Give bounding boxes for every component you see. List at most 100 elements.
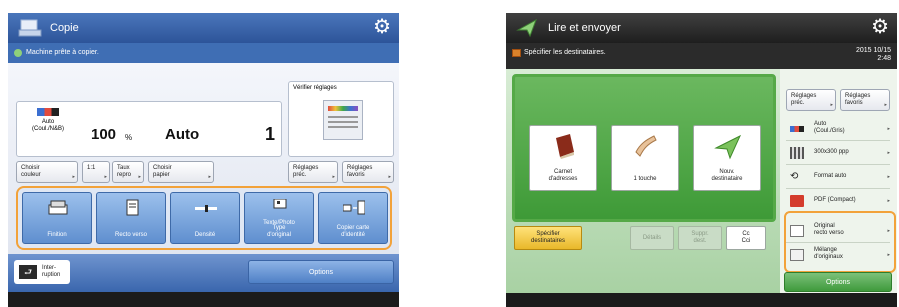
choose-paper-label: Choisir papier: [153, 165, 172, 178]
id-card-copy-button[interactable]: Copier carte d'identité: [318, 192, 388, 244]
preview-page-icon: [323, 100, 363, 140]
copy-title: Copie: [50, 22, 79, 34]
status-ok-icon: [14, 49, 22, 57]
interrupt-button[interactable]: ⮐ Inter- ruption: [14, 260, 70, 284]
one-touch-label: 1 touche: [633, 176, 657, 182]
zoom-display[interactable]: 100 %: [85, 122, 155, 146]
interrupt-icon: ⮐: [19, 265, 37, 279]
mixed-originals-item[interactable]: Mélange d'originaux: [786, 243, 890, 267]
mixed-originals-value: Mélange d'originaux: [814, 247, 843, 260]
copy-ratio-button[interactable]: Taux repro: [112, 161, 144, 183]
address-book-button[interactable]: Carnet d'adresses: [529, 125, 597, 191]
settings-summary[interactable]: Auto (Coul./N&B) 100 % Auto 1: [16, 101, 282, 157]
copies-value: 1: [264, 124, 275, 144]
send-status-bar: Spécifier les destinataires. 2015 10/15 …: [506, 43, 897, 69]
color-mode-display[interactable]: Auto (Coul./N&B): [21, 108, 75, 152]
send-bottom-strip: [506, 293, 897, 307]
scan-size-item[interactable]: ⟲ Format auto: [786, 165, 890, 189]
send-title: Lire et envoyer: [548, 22, 621, 34]
choose-color-button[interactable]: Choisir couleur: [16, 161, 78, 183]
gear-icon[interactable]: ⚙: [373, 17, 391, 37]
favorite-settings-label: Réglages favoris: [347, 165, 373, 178]
finishing-label: Finition: [47, 232, 67, 238]
gear-icon[interactable]: ⚙: [871, 17, 889, 37]
ratio-1-1-label: 1:1: [87, 165, 96, 171]
send-main-area: Carnet d'adresses 1 touche Nouv. destina…: [506, 69, 897, 293]
duplex-icon: [126, 199, 139, 216]
color-bw-icon: [790, 126, 804, 132]
choose-color-label: Choisir couleur: [21, 165, 41, 178]
ratio-1-1-button[interactable]: 1:1: [82, 161, 110, 183]
original-type-label: Type d'original: [267, 225, 291, 238]
zoom-value: 100: [91, 126, 117, 143]
copy-screen: Copie ⚙ Machine prête à copier. Auto (Co…: [8, 13, 399, 307]
address-book-label: Carnet d'adresses: [548, 169, 578, 182]
copy-titlebar: Copie ⚙: [8, 13, 399, 43]
details-label: Détails: [642, 235, 662, 241]
color-bw-icon: [37, 108, 59, 116]
previous-settings-button[interactable]: Réglages préc.: [288, 161, 338, 183]
file-format-value: PDF (Compact): [814, 197, 856, 203]
previous-settings-label: Réglages préc.: [293, 165, 319, 178]
color-select-value: Auto (Coul./Gris): [814, 121, 845, 134]
finishing-button[interactable]: Finition: [22, 192, 92, 244]
send-settings-panel: Réglages préc. Réglages favoris Auto (Co…: [780, 69, 897, 293]
resolution-item[interactable]: 300x300 ppp: [786, 141, 890, 165]
one-touch-icon: [635, 135, 657, 157]
send-status-text: Spécifier les destinataires.: [524, 49, 606, 56]
delete-destination-label: Suppr. dest.: [691, 231, 709, 244]
copy-status-bar: Machine prête à copier.: [8, 43, 399, 63]
scan-size-icon: ⟲: [790, 171, 799, 182]
one-touch-button[interactable]: 1 touche: [611, 125, 679, 191]
specify-destinations-tab[interactable]: Spécifier destinataires: [514, 226, 582, 250]
finisher-icon: [48, 200, 68, 215]
choose-paper-button[interactable]: Choisir papier: [148, 161, 214, 183]
density-button[interactable]: Densité: [170, 192, 240, 244]
color-mode-value: Auto (Coul./N&B): [31, 119, 64, 132]
resolution-value: 300x300 ppp: [814, 149, 849, 155]
original-type-button[interactable]: Texte/Photo Type d'original: [244, 192, 314, 244]
new-destination-icon: [714, 134, 742, 160]
duplex-label: Recto verso: [114, 232, 147, 238]
favorite-settings-button[interactable]: Réglages favoris: [342, 161, 394, 183]
zoom-unit: %: [125, 133, 133, 142]
paper-display[interactable]: Auto: [159, 122, 219, 146]
resolution-icon: [790, 147, 804, 159]
original-type-icon: [273, 199, 287, 209]
mixed-originals-icon: [790, 249, 804, 261]
copies-display[interactable]: 1: [223, 110, 279, 150]
send-favorite-settings-label: Réglages favoris: [845, 93, 871, 106]
duplex-button[interactable]: Recto verso: [96, 192, 166, 244]
scan-size-value: Format auto: [814, 173, 847, 179]
cc-bcc-button[interactable]: Cc Cci: [726, 226, 766, 250]
send-options-button[interactable]: Options: [784, 272, 892, 292]
specify-destinations-label: Spécifier destinataires: [530, 231, 566, 244]
copy-options-label: Options: [308, 269, 334, 276]
copy-app-icon: [18, 19, 42, 37]
duplex-original-item[interactable]: Original recto verso: [786, 219, 890, 243]
scan-send-screen: Lire et envoyer ⚙ Spécifier les destinat…: [506, 13, 897, 307]
check-settings-button[interactable]: Vérifier réglages: [288, 81, 394, 157]
color-select-item[interactable]: Auto (Coul./Gris): [786, 117, 890, 141]
pdf-icon: [790, 195, 804, 207]
paper-value: Auto: [165, 126, 200, 143]
address-book-icon: [556, 134, 574, 159]
details-button[interactable]: Détails: [630, 226, 674, 250]
send-options-label: Options: [825, 279, 851, 286]
delete-destination-button[interactable]: Suppr. dest.: [678, 226, 722, 250]
scan-send-app-icon: [516, 18, 537, 38]
file-format-item[interactable]: PDF (Compact): [786, 189, 890, 213]
date-value: 2015 10/15: [855, 47, 891, 54]
copy-status-text: Machine prête à copier.: [26, 49, 99, 56]
destination-area: Carnet d'adresses 1 touche Nouv. destina…: [512, 74, 776, 222]
copy-options-button[interactable]: Options: [248, 260, 394, 284]
send-previous-settings-label: Réglages préc.: [791, 93, 817, 106]
send-titlebar: Lire et envoyer ⚙: [506, 13, 897, 43]
time-value: 2:48: [877, 55, 891, 62]
new-destination-button[interactable]: Nouv. destinataire: [693, 125, 761, 191]
send-favorite-settings-button[interactable]: Réglages favoris: [840, 89, 890, 111]
check-settings-label: Vérifier réglages: [293, 85, 337, 91]
new-destination-label: Nouv. destinataire: [711, 169, 743, 182]
send-previous-settings-button[interactable]: Réglages préc.: [786, 89, 836, 111]
id-card-icon: [343, 200, 365, 215]
